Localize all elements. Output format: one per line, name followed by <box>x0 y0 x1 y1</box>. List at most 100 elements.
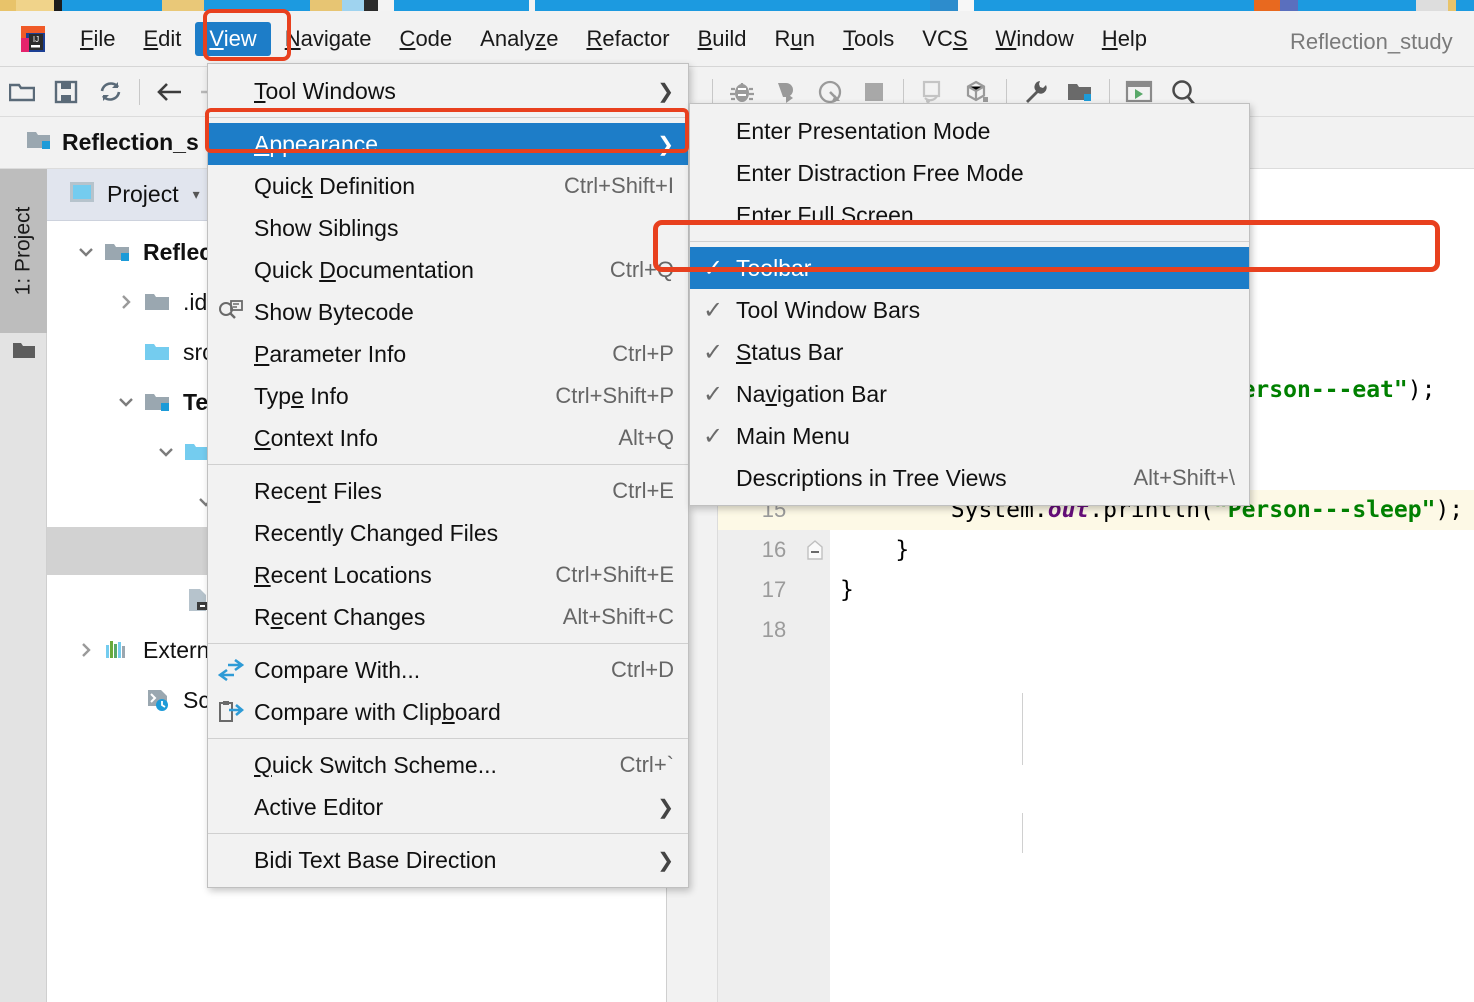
menu-item-type-info[interactable]: Type InfoCtrl+Shift+P <box>208 375 688 417</box>
menu-item-appearance[interactable]: Appearance ❯ <box>208 123 688 165</box>
menu-vcs[interactable]: VCS <box>908 22 981 56</box>
chevron-right-icon: ❯ <box>627 132 674 157</box>
menu-analyze[interactable]: Analyze <box>466 22 572 56</box>
chevron-down-icon[interactable] <box>71 243 101 261</box>
menu-item-bidi-text-base-direction[interactable]: Bidi Text Base Direction❯ <box>208 839 688 881</box>
menu-item-shortcut: Ctrl+Shift+I <box>524 173 674 199</box>
toolbar-separator <box>1109 79 1110 105</box>
menu-item-compare-with-clipboard[interactable]: Compare with Clipboard <box>208 691 688 733</box>
menu-item-shortcut: Ctrl+P <box>572 341 674 367</box>
menu-item-quick-switch-scheme[interactable]: Quick Switch Scheme...Ctrl+` <box>208 744 688 786</box>
taskbar-segment <box>310 0 342 11</box>
fold-region-end-icon[interactable] <box>804 539 826 561</box>
scratches-icon <box>141 688 175 712</box>
menu-item-label: Status Bar <box>736 339 843 366</box>
menu-window[interactable]: Window <box>982 22 1088 56</box>
taskbar-segment <box>378 0 394 11</box>
menu-item-show-bytecode[interactable]: Show Bytecode <box>208 291 688 333</box>
menu-item-tool-window-bars[interactable]: ✓Tool Window Bars <box>690 289 1249 331</box>
line-number: 18 <box>718 610 830 650</box>
menu-item-descriptions-in-tree-views[interactable]: Descriptions in Tree Views Alt+Shift+\ <box>690 457 1249 499</box>
menu-tools[interactable]: Tools <box>829 22 908 56</box>
menu-separator <box>208 833 688 834</box>
toolbar-separator <box>139 79 140 105</box>
toolbar-separator <box>903 79 904 105</box>
menu-item-label: Quick Documentation <box>254 257 474 284</box>
menu-help[interactable]: Help <box>1088 22 1161 56</box>
menu-item-quick-definition[interactable]: Quick DefinitionCtrl+Shift+I <box>208 165 688 207</box>
menu-item-active-editor[interactable]: Active Editor❯ <box>208 786 688 828</box>
menu-item-enter-presentation-mode[interactable]: Enter Presentation Mode <box>690 110 1249 152</box>
menu-item-label: Show Bytecode <box>254 299 414 326</box>
chevron-down-icon[interactable] <box>151 443 181 461</box>
menu-item-tool-windows[interactable]: Tool Windows❯ <box>208 70 688 112</box>
chevron-right-icon: ❯ <box>627 795 674 820</box>
taskbar-segment <box>1254 0 1280 11</box>
menu-item-compare-with[interactable]: Compare With...Ctrl+D <box>208 649 688 691</box>
menu-item-shortcut: Alt+Shift+\ <box>1093 465 1235 491</box>
code-line[interactable]: } <box>830 570 1474 610</box>
menu-file[interactable]: File <box>66 22 129 56</box>
menu-item-main-menu[interactable]: ✓Main Menu <box>690 415 1249 457</box>
check-icon: ✓ <box>690 254 736 283</box>
menu-navigate[interactable]: Navigate <box>271 22 386 56</box>
menu-item-label: Recent Locations <box>254 562 432 589</box>
menu-item-recently-changed-files[interactable]: Recently Changed Files <box>208 512 688 554</box>
toolbar-separator <box>1006 79 1007 105</box>
taskbar-segment <box>0 0 16 11</box>
sync-refresh-icon[interactable] <box>88 72 132 112</box>
menu-item-toolbar[interactable]: ✓Toolbar <box>690 247 1249 289</box>
folder-icon[interactable] <box>12 341 36 360</box>
project-panel-title: Project <box>107 181 179 208</box>
menu-item-enter-distraction-free-mode[interactable]: Enter Distraction Free Mode <box>690 152 1249 194</box>
code-line[interactable]: } <box>830 530 1474 570</box>
chevron-right-icon: ❯ <box>627 848 674 873</box>
taskbar-segment <box>394 0 529 11</box>
taskbar-segment <box>162 0 204 11</box>
menu-item-enter-full-screen[interactable]: Enter Full Screen <box>690 194 1249 236</box>
sidebar-item-project[interactable]: 1: Project <box>0 169 47 333</box>
menu-run[interactable]: Run <box>761 22 829 56</box>
menu-code[interactable]: Code <box>386 22 467 56</box>
menu-item-label: Descriptions in Tree Views <box>736 465 1007 492</box>
taskbar-segment <box>1298 0 1416 11</box>
chevron-down-icon[interactable] <box>111 393 141 411</box>
menu-item-parameter-info[interactable]: Parameter InfoCtrl+P <box>208 333 688 375</box>
chevron-right-icon[interactable] <box>111 293 141 311</box>
menu-item-label: Appearance <box>254 131 378 158</box>
menu-refactor[interactable]: Refactor <box>572 22 683 56</box>
taskbar-segment <box>342 0 364 11</box>
chevron-right-icon[interactable] <box>71 641 101 659</box>
breadcrumb[interactable]: Reflection_s <box>26 129 199 157</box>
menu-view[interactable]: View <box>195 22 270 56</box>
menu-item-recent-changes[interactable]: Recent ChangesAlt+Shift+C <box>208 596 688 638</box>
project-view-icon <box>69 181 95 208</box>
chevron-down-icon[interactable]: ▾ <box>193 186 200 203</box>
back-arrow-icon[interactable] <box>147 72 191 112</box>
folder-gray-icon <box>141 291 175 314</box>
background-taskbar-strip <box>0 0 1474 11</box>
taskbar-segment <box>16 0 54 11</box>
menu-item-label: Tool Window Bars <box>736 297 920 324</box>
menu-item-context-info[interactable]: Context InfoAlt+Q <box>208 417 688 459</box>
sidebar-item-project-label: 1: Project <box>12 207 36 296</box>
menu-item-label: Toolbar <box>736 255 811 282</box>
taskbar-segment <box>930 0 958 11</box>
menu-item-recent-files[interactable]: Recent FilesCtrl+E <box>208 470 688 512</box>
compare-clipboard-icon <box>208 700 254 724</box>
menu-item-recent-locations[interactable]: Recent LocationsCtrl+Shift+E <box>208 554 688 596</box>
menu-item-label: Context Info <box>254 425 378 452</box>
menu-item-status-bar[interactable]: ✓Status Bar <box>690 331 1249 373</box>
code-line[interactable] <box>830 610 1474 650</box>
open-folder-icon[interactable] <box>0 72 44 112</box>
intellij-logo-icon: IJ <box>20 25 46 53</box>
save-icon[interactable] <box>44 72 88 112</box>
chevron-right-icon: ❯ <box>627 79 674 104</box>
menu-separator <box>690 241 1249 242</box>
menu-item-quick-documentation[interactable]: Quick DocumentationCtrl+Q <box>208 249 688 291</box>
taskbar-segment <box>1456 0 1474 11</box>
menu-item-navigation-bar[interactable]: ✓Navigation Bar <box>690 373 1249 415</box>
menu-item-show-siblings[interactable]: Show Siblings <box>208 207 688 249</box>
menu-build[interactable]: Build <box>684 22 761 56</box>
menu-edit[interactable]: Edit <box>129 22 195 56</box>
